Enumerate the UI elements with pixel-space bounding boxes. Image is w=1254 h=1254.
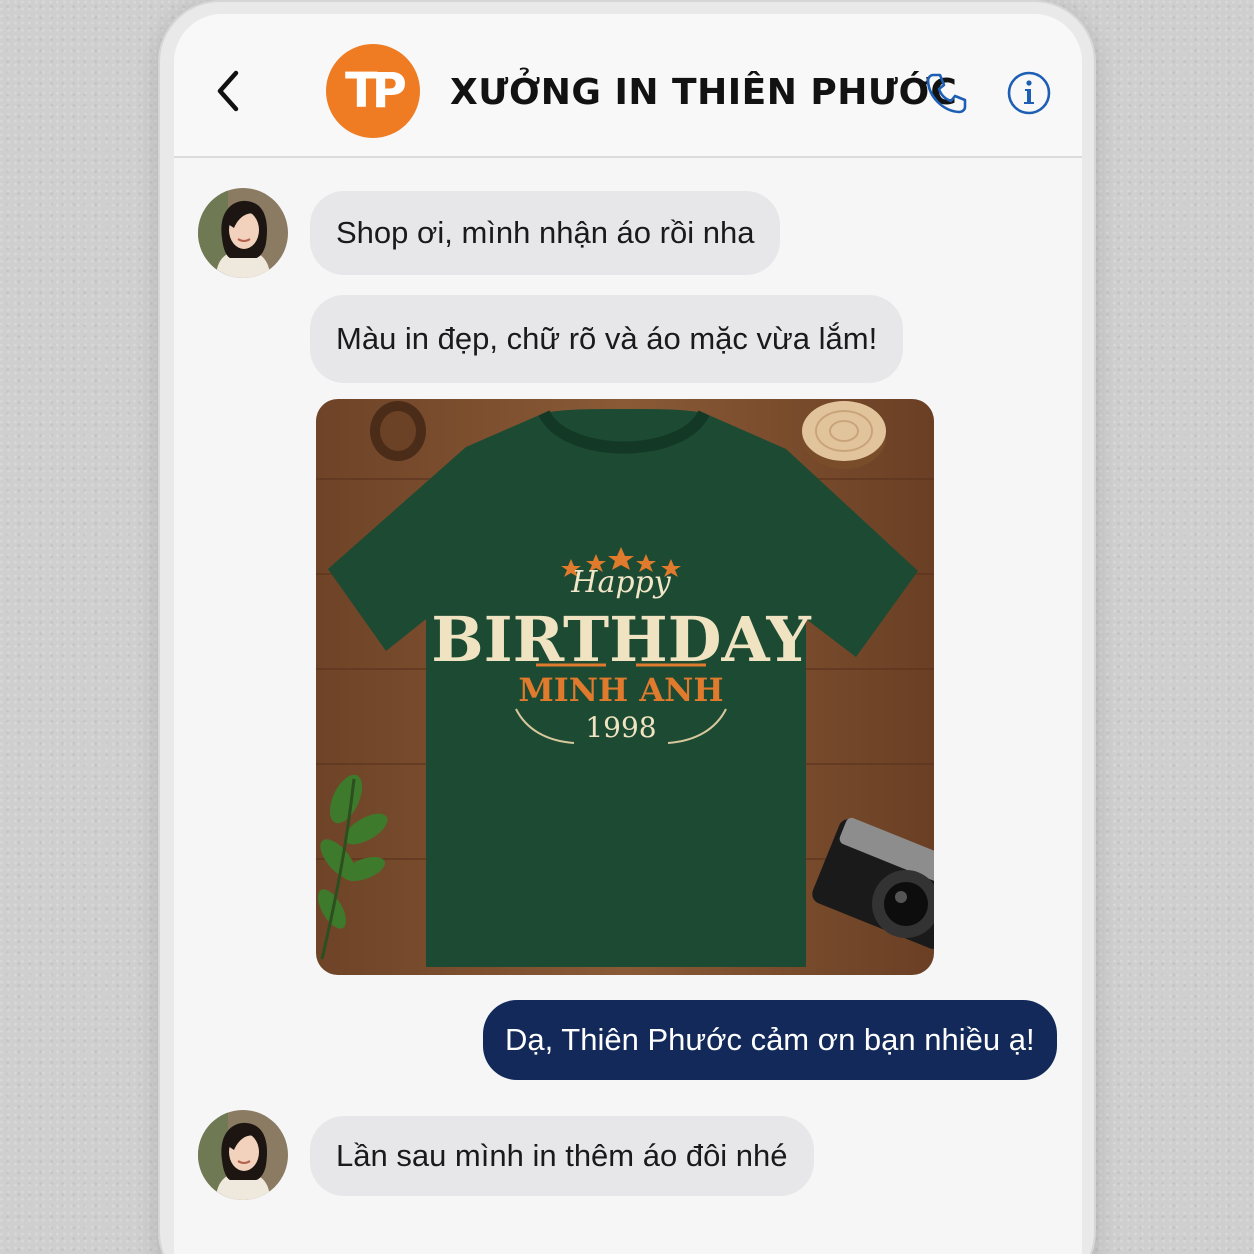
chat-screen: TP XƯỞNG IN THIÊN PHƯỚC Shop ơi, mình nh… <box>174 14 1082 1254</box>
avatar-image <box>198 1110 288 1200</box>
print-script-text: Happy <box>570 565 671 600</box>
back-button[interactable] <box>210 66 250 116</box>
shirt-photo-message[interactable]: Happy BIRTHDAY MINH ANH 1998 <box>316 399 934 975</box>
customer-avatar[interactable] <box>198 188 288 278</box>
wood-slice-icon <box>802 401 886 469</box>
message-bubble-incoming: Shop ơi, mình nhận áo rồi nha <box>310 191 781 275</box>
shop-name: XƯỞNG IN THIÊN PHƯỚC <box>450 72 958 113</box>
message-bubble-incoming: Lần sau mình in thêm áo đôi nhé <box>310 1116 814 1196</box>
info-icon <box>1007 71 1051 115</box>
print-headline-text: BIRTHDAY <box>431 603 811 676</box>
shop-logo-text: TP <box>345 63 407 119</box>
print-name-text: MINH ANH <box>518 671 723 709</box>
chevron-left-icon <box>217 70 239 112</box>
shirt-photo: Happy BIRTHDAY MINH ANH 1998 <box>316 399 934 975</box>
call-button[interactable] <box>924 70 970 116</box>
print-year-text: 1998 <box>585 711 656 744</box>
message-bubble-incoming: Màu in đẹp, chữ rõ và áo mặc vừa lắm! <box>310 295 904 383</box>
shop-logo: TP <box>326 44 420 138</box>
phone-icon <box>926 73 967 114</box>
info-button[interactable] <box>1006 70 1052 116</box>
pinecone-icon <box>370 401 426 461</box>
avatar-image <box>198 188 288 278</box>
chat-header: TP XƯỞNG IN THIÊN PHƯỚC <box>174 14 1082 158</box>
customer-avatar[interactable] <box>198 1110 288 1200</box>
message-bubble-outgoing: Dạ, Thiên Phước cảm ơn bạn nhiều ạ! <box>483 1000 1057 1080</box>
